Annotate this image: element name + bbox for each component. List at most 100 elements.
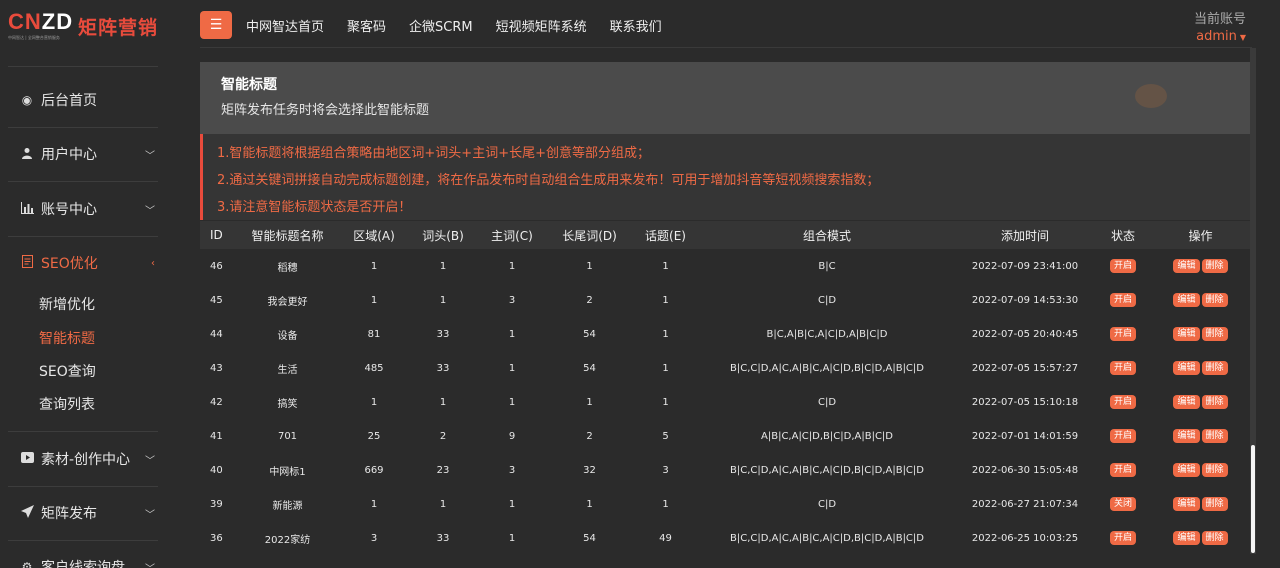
sidebar-item-label: 客户线索询盘 xyxy=(41,560,125,568)
cell-name: 搞笑 xyxy=(236,385,339,419)
delete-button[interactable]: 删除 xyxy=(1201,293,1228,307)
cell-id: 41 xyxy=(200,419,236,453)
nav-link-contact[interactable]: 联系我们 xyxy=(610,16,662,35)
table-row: 36 2022家纺 3 33 1 54 49 B|C,C|D,A|C,A|B|C,A|C|D,… xyxy=(200,521,1250,555)
sidebar-item-seo[interactable]: SEO优化 ‹ xyxy=(0,251,165,275)
status-toggle-button[interactable]: 开启 xyxy=(1109,429,1136,443)
cell-a: 1 xyxy=(339,385,409,419)
edit-button[interactable]: 编辑 xyxy=(1173,395,1200,409)
cell-time: 2022-06-25 10:03:25 xyxy=(955,521,1095,555)
delete-button[interactable]: 删除 xyxy=(1201,497,1228,511)
sidebar-item-materials[interactable]: 素材-创作中心 ﹀ xyxy=(0,447,165,471)
account-username: admin xyxy=(1196,29,1237,44)
cell-a: 669 xyxy=(339,453,409,487)
status-toggle-button[interactable]: 关闭 xyxy=(1109,497,1136,511)
delete-button[interactable]: 删除 xyxy=(1201,429,1228,443)
sidebar-item-publish[interactable]: 矩阵发布 ﹀ xyxy=(0,501,165,525)
sidebar-item-users[interactable]: 用户中心 ﹀ xyxy=(0,142,165,166)
column-header: 组合模式 xyxy=(699,221,955,249)
cell-id: 42 xyxy=(200,385,236,419)
chevron-down-icon: ﹀ xyxy=(145,455,155,467)
gear-icon: ⚙ xyxy=(21,560,33,568)
cell-a: 1 xyxy=(339,283,409,317)
sidebar-item-leads[interactable]: ⚙ 客户线索询盘 ﹀ xyxy=(0,555,165,568)
cell-d: 1 xyxy=(547,487,632,521)
top-nav: 中网智达首页 聚客码 企微SCRM 短视频矩阵系统 联系我们 xyxy=(246,16,685,35)
cell-d: 54 xyxy=(547,351,632,385)
delete-button[interactable]: 删除 xyxy=(1201,259,1228,273)
delete-button[interactable]: 删除 xyxy=(1201,361,1228,375)
sidebar-divider xyxy=(8,236,158,237)
edit-button[interactable]: 编辑 xyxy=(1173,497,1200,511)
nav-link-home[interactable]: 中网智达首页 xyxy=(246,16,324,35)
cell-a: 25 xyxy=(339,419,409,453)
hamburger-icon: ☰ xyxy=(209,17,223,33)
cell-name: 2022家纺 xyxy=(236,521,339,555)
cell-time: 2022-07-09 23:41:00 xyxy=(955,249,1095,283)
edit-button[interactable]: 编辑 xyxy=(1173,429,1200,443)
table-row: 42 搞笑 1 1 1 1 1 C|D 2022-07-05 15:10:18 开启 编辑 删除 xyxy=(200,385,1250,419)
column-header: 智能标题名称 xyxy=(236,221,339,249)
status-toggle-button[interactable]: 开启 xyxy=(1109,293,1136,307)
table-row: 40 中网标1 669 23 3 32 3 B|C,C|D,A|C,A|B|C,A|C|D,B… xyxy=(200,453,1250,487)
delete-button[interactable]: 删除 xyxy=(1201,327,1228,341)
page-header: 智能标题 矩阵发布任务时将会选择此智能标题 xyxy=(200,62,1251,134)
logo-mark: CNZD 中网智达 | 全网整合营销服务 xyxy=(8,11,72,41)
edit-button[interactable]: 编辑 xyxy=(1173,293,1200,307)
nav-link-juke-code[interactable]: 聚客码 xyxy=(347,16,386,35)
cell-actions: 编辑 删除 xyxy=(1151,453,1250,487)
column-header: 状态 xyxy=(1095,221,1151,249)
delete-button[interactable]: 删除 xyxy=(1201,531,1228,545)
edit-button[interactable]: 编辑 xyxy=(1173,327,1200,341)
cell-name: 我会更好 xyxy=(236,283,339,317)
table-row: 41 701 25 2 9 2 5 A|B|C,A|C|D,B|C|D,A|B|C|D 2022… xyxy=(200,419,1250,453)
cell-c: 1 xyxy=(477,317,547,351)
scrollbar-thumb[interactable] xyxy=(1251,445,1255,553)
cell-name: 中网标1 xyxy=(236,453,339,487)
edit-button[interactable]: 编辑 xyxy=(1173,259,1200,273)
sidebar-item-label: 素材-创作中心 xyxy=(41,452,131,468)
cell-status: 开启 xyxy=(1095,283,1151,317)
sidebar-subitem-query-list[interactable]: 查询列表 xyxy=(39,394,95,414)
status-toggle-button[interactable]: 开启 xyxy=(1109,361,1136,375)
sidebar-item-label: 账号中心 xyxy=(41,202,97,218)
caret-down-icon: ▼ xyxy=(1239,33,1246,42)
cell-e: 1 xyxy=(632,487,699,521)
cell-time: 2022-06-30 15:05:48 xyxy=(955,453,1095,487)
sidebar-item-home[interactable]: ◉ 后台首页 xyxy=(0,88,165,112)
cell-mode: C|D xyxy=(699,487,955,521)
edit-button[interactable]: 编辑 xyxy=(1173,463,1200,477)
status-toggle-button[interactable]: 开启 xyxy=(1109,259,1136,273)
sidebar-subitem-smart-title[interactable]: 智能标题 xyxy=(39,328,95,348)
status-toggle-button[interactable]: 开启 xyxy=(1109,531,1136,545)
sidebar-subitem-add-optimization[interactable]: 新增优化 xyxy=(39,294,95,314)
nav-link-wecom-scrm[interactable]: 企微SCRM xyxy=(409,16,473,35)
status-toggle-button[interactable]: 开启 xyxy=(1109,463,1136,477)
cell-status: 开启 xyxy=(1095,385,1151,419)
sidebar-divider xyxy=(8,66,158,67)
delete-button[interactable]: 删除 xyxy=(1201,395,1228,409)
sidebar-item-accounts[interactable]: 账号中心 ﹀ xyxy=(0,197,165,221)
cell-time: 2022-06-27 21:07:34 xyxy=(955,487,1095,521)
delete-button[interactable]: 删除 xyxy=(1201,463,1228,477)
cell-b: 2 xyxy=(409,419,477,453)
cell-actions: 编辑 删除 xyxy=(1151,385,1250,419)
notice-line: 2.通过关键词拼接自动完成标题创建，将在作品发布时自动组合生成用来发布！可用于增… xyxy=(217,173,880,188)
menu-toggle-button[interactable]: ☰ xyxy=(200,11,232,39)
logo[interactable]: CNZD 中网智达 | 全网整合营销服务 矩阵营销 xyxy=(0,0,185,52)
cell-id: 44 xyxy=(200,317,236,351)
cell-mode: B|C,C|D,A|C,A|B|C,A|C|D,B|C|D,A|B|C|D xyxy=(699,453,955,487)
account-user-dropdown[interactable]: admin ▼ xyxy=(1194,29,1246,44)
edit-button[interactable]: 编辑 xyxy=(1173,531,1200,545)
status-toggle-button[interactable]: 开启 xyxy=(1109,395,1136,409)
sidebar-divider xyxy=(8,540,158,541)
status-toggle-button[interactable]: 开启 xyxy=(1109,327,1136,341)
sidebar-subitem-seo-query[interactable]: SEO查询 xyxy=(39,361,96,381)
nav-link-video-matrix[interactable]: 短视频矩阵系统 xyxy=(496,16,587,35)
top-navbar: ☰ 中网智达首页 聚客码 企微SCRM 短视频矩阵系统 联系我们 当前账号 ad… xyxy=(185,0,1280,48)
table-row: 43 生活 485 33 1 54 1 B|C,C|D,A|C,A|B|C,A|C|D,B|C… xyxy=(200,351,1250,385)
cell-e: 3 xyxy=(632,453,699,487)
cell-time: 2022-07-05 15:57:27 xyxy=(955,351,1095,385)
edit-button[interactable]: 编辑 xyxy=(1173,361,1200,375)
cell-status: 开启 xyxy=(1095,453,1151,487)
